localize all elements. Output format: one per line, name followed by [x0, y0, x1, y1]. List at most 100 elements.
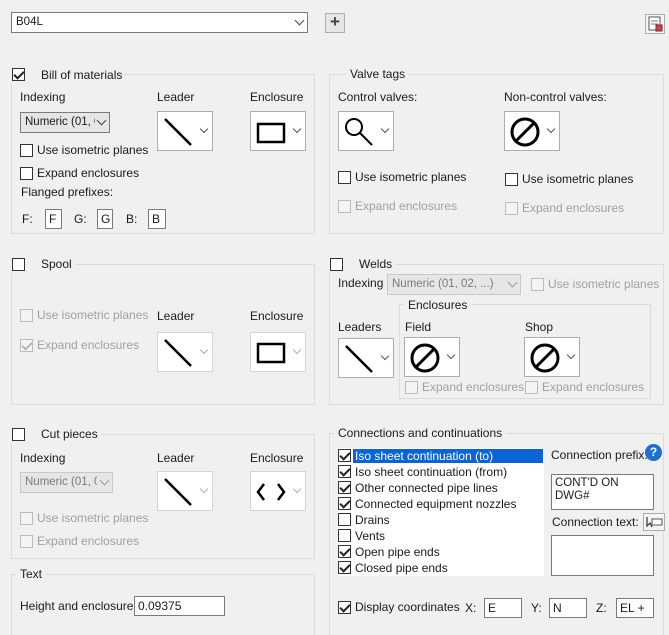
welds-title: Welds: [359, 257, 393, 271]
list-item[interactable]: Iso sheet continuation (to): [338, 448, 544, 464]
list-item-label: Closed pipe ends: [355, 561, 448, 575]
bom-leader-select[interactable]: [157, 111, 213, 151]
list-item[interactable]: Iso sheet continuation (from): [338, 464, 543, 480]
cut-indexing-value: Numeric (01, 02, ...): [25, 476, 97, 488]
connections-title: Connections and continuations: [334, 426, 507, 440]
x-coord-input[interactable]: E: [484, 598, 522, 618]
spool-iso-checkbox[interactable]: [20, 309, 33, 322]
spool-expand-checkbox[interactable]: [20, 339, 33, 352]
list-item-checkbox[interactable]: [338, 465, 351, 478]
style-select-value: B04L: [16, 16, 43, 28]
welds-indexing-label: Indexing: [338, 276, 384, 290]
chevron-down-icon: [566, 350, 576, 360]
cut-indexing-select[interactable]: Numeric (01, 02, ...): [20, 472, 113, 493]
cut-pieces-checkbox[interactable]: [12, 428, 25, 441]
g-prefix-input[interactable]: G: [97, 209, 113, 229]
connection-text-textarea[interactable]: [551, 535, 654, 576]
settings-report-button[interactable]: [645, 14, 665, 34]
bom-enclosure-select[interactable]: [250, 111, 306, 151]
valve-control-expand-checkbox[interactable]: [338, 200, 351, 213]
magnifier-tag-icon: [345, 118, 373, 146]
connection-prefix-line1: CONT'D ON: [555, 477, 619, 489]
welds-leader-select[interactable]: [338, 338, 394, 378]
leader-line-icon: [164, 118, 192, 146]
height-enclosure-input[interactable]: 0.09375: [134, 596, 225, 616]
list-item-checkbox[interactable]: [338, 449, 351, 462]
welds-field-select[interactable]: [404, 337, 460, 377]
cut-leader-select[interactable]: [157, 471, 213, 511]
spool-leader-select[interactable]: [157, 332, 213, 372]
list-item[interactable]: Vents: [338, 528, 543, 544]
style-select[interactable]: B04L: [11, 12, 308, 33]
list-item[interactable]: Other connected pipe lines: [338, 480, 543, 496]
non-control-valve-select[interactable]: [504, 111, 560, 151]
f-prefix-label: F:: [22, 212, 33, 226]
chevron-down-icon: [446, 350, 456, 360]
list-item-checkbox[interactable]: [338, 561, 351, 574]
valve-noncontrol-expand-checkbox[interactable]: [505, 202, 518, 215]
z-coord-input[interactable]: EL +: [616, 598, 654, 618]
control-valve-select[interactable]: [338, 111, 394, 151]
valve-control-iso-checkbox[interactable]: [338, 171, 351, 184]
bom-iso-planes-checkbox[interactable]: [20, 144, 33, 157]
valve-control-expand-label: Expand enclosures: [355, 199, 458, 213]
connection-prefix-line2: DWG#: [555, 490, 590, 502]
angle-brackets-enclosure-icon: [256, 483, 286, 501]
cut-iso-label: Use isometric planes: [37, 511, 149, 525]
bom-indexing-value: Numeric (01, 02, ...): [25, 116, 95, 128]
spool-enclosure-label: Enclosure: [250, 309, 304, 323]
list-item[interactable]: Closed pipe ends: [338, 560, 543, 576]
bom-expand-checkbox[interactable]: [20, 167, 33, 180]
valve-noncontrol-iso-checkbox[interactable]: [505, 173, 518, 186]
f-prefix-input[interactable]: F: [45, 209, 62, 229]
bom-indexing-select[interactable]: Numeric (01, 02, ...): [20, 112, 110, 133]
bom-indexing-label: Indexing: [20, 90, 66, 104]
text-title: Text: [16, 567, 47, 581]
welds-checkbox[interactable]: [330, 258, 343, 271]
welds-shop-select[interactable]: [524, 337, 580, 377]
welds-enclosures-title: Enclosures: [404, 298, 472, 312]
welds-iso-checkbox[interactable]: [531, 278, 544, 291]
list-item-label: Iso sheet continuation (to): [352, 448, 544, 464]
list-item-checkbox[interactable]: [338, 513, 351, 526]
display-coordinates-checkbox[interactable]: [338, 601, 351, 614]
cut-indexing-label: Indexing: [20, 451, 66, 465]
bom-iso-planes-label: Use isometric planes: [37, 143, 149, 157]
y-coord-input[interactable]: N: [549, 598, 587, 618]
chevron-down-icon: [507, 277, 518, 288]
welds-shop-expand-checkbox[interactable]: [525, 381, 538, 394]
leader-line-icon: [164, 339, 192, 367]
report-settings-icon: [648, 16, 663, 32]
chevron-down-icon: [380, 124, 390, 134]
cut-leader-label: Leader: [157, 451, 195, 465]
spool-checkbox[interactable]: [12, 258, 25, 271]
list-item[interactable]: Drains: [338, 512, 543, 528]
rectangle-enclosure-icon: [256, 342, 286, 364]
list-item[interactable]: Open pipe ends: [338, 544, 543, 560]
chevron-down-icon: [99, 475, 110, 486]
chevron-down-icon: [96, 115, 107, 126]
spool-enclosure-select[interactable]: [250, 332, 306, 372]
non-control-valves-label: Non-control valves:: [504, 90, 607, 104]
b-prefix-input[interactable]: B: [148, 209, 166, 229]
bom-title: Bill of materials: [41, 68, 123, 82]
leader-line-icon: [345, 345, 373, 373]
add-style-button[interactable]: +: [325, 13, 345, 33]
list-item-checkbox[interactable]: [338, 497, 351, 510]
bom-leader-label: Leader: [157, 90, 195, 104]
insert-field-button[interactable]: [643, 513, 665, 531]
connections-list[interactable]: Iso sheet continuation (to) Iso sheet co…: [338, 448, 544, 576]
welds-indexing-select[interactable]: Numeric (01, 02, ...): [387, 274, 521, 295]
list-item-checkbox[interactable]: [338, 545, 351, 558]
control-valves-label: Control valves:: [338, 90, 418, 104]
connection-prefix-textarea[interactable]: CONT'D ON DWG#: [551, 474, 654, 510]
cut-enclosure-select[interactable]: [250, 471, 306, 511]
welds-field-expand-checkbox[interactable]: [405, 381, 418, 394]
help-icon[interactable]: ?: [645, 444, 662, 461]
cut-expand-checkbox[interactable]: [20, 535, 33, 548]
cut-iso-checkbox[interactable]: [20, 512, 33, 525]
list-item-checkbox[interactable]: [338, 481, 351, 494]
list-item[interactable]: Connected equipment nozzles: [338, 496, 543, 512]
list-item-checkbox[interactable]: [338, 529, 351, 542]
bom-checkbox[interactable]: [12, 68, 25, 81]
